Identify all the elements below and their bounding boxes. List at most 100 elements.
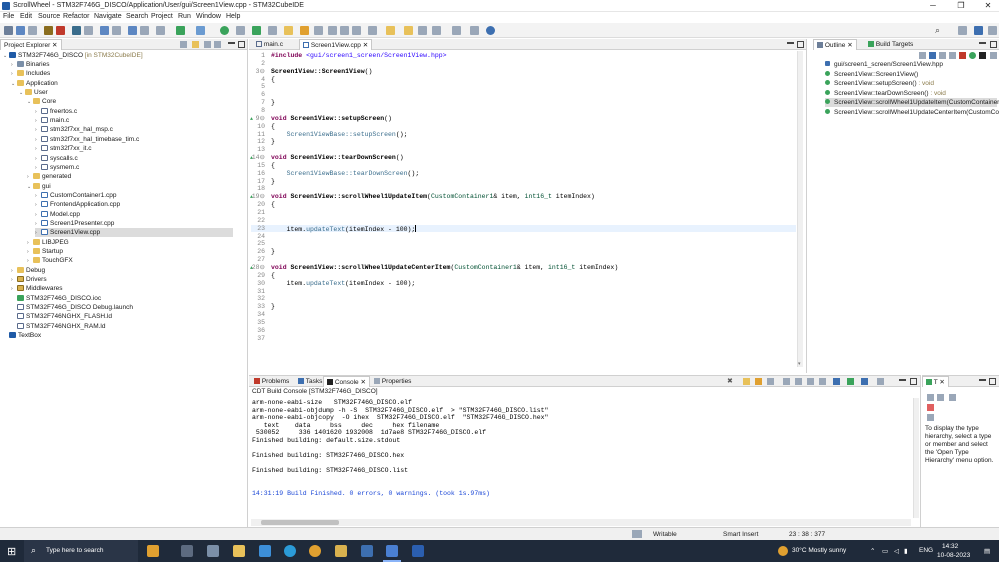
th-toolbar-icon-3[interactable] xyxy=(949,394,956,401)
code-line[interactable]: 13 xyxy=(251,146,796,154)
app-icon-1[interactable] xyxy=(335,545,347,557)
menu-navigate[interactable]: Navigate xyxy=(94,13,122,20)
prev-annotation-icon[interactable] xyxy=(386,26,395,35)
outline-maximize-icon[interactable] xyxy=(990,41,997,48)
external-tool-icon[interactable] xyxy=(176,26,185,35)
terminal-icon[interactable] xyxy=(268,26,277,35)
tree-item[interactable]: ⌄ Application xyxy=(11,79,58,88)
menu-edit[interactable]: Edit xyxy=(20,13,32,20)
volume-icon[interactable]: ◁ xyxy=(894,547,899,555)
show-on-output-icon[interactable] xyxy=(807,378,814,385)
menu-project[interactable]: Project xyxy=(151,13,173,20)
open-folder-icon[interactable] xyxy=(284,26,293,35)
pin-icon[interactable] xyxy=(300,26,309,35)
task-view-icon[interactable] xyxy=(181,545,193,557)
scroll-down-icon[interactable]: ▾ xyxy=(798,361,801,367)
open-perspective-icon[interactable] xyxy=(958,26,967,35)
next-annotation-icon[interactable] xyxy=(368,26,377,35)
tab-screen1view-cpp[interactable]: Screen1View.cpp ✕ xyxy=(299,39,373,50)
menu-help[interactable]: Help xyxy=(226,13,240,20)
tree-item[interactable]: › stm32f7xx_hal_timebase_tim.c xyxy=(35,135,139,144)
taskbar-search-box[interactable]: ⌕ Type here to search xyxy=(24,540,138,562)
maximize-view-icon[interactable] xyxy=(238,41,245,48)
minimize-button[interactable]: ─ xyxy=(922,0,944,12)
edge-icon[interactable] xyxy=(284,545,296,557)
console-maximize-icon[interactable] xyxy=(910,378,917,385)
open-console-icon[interactable] xyxy=(861,378,868,385)
outline-item[interactable]: Screen1View::Screen1View() xyxy=(825,70,918,79)
tree-item[interactable]: › Model.cpp xyxy=(35,210,80,219)
tree-item[interactable]: › syscalls.c xyxy=(35,154,78,163)
view-menu-icon[interactable] xyxy=(214,41,221,48)
tree-item[interactable]: › stm32f7xx_it.c xyxy=(35,144,92,153)
outline-minimize-icon[interactable] xyxy=(979,42,986,44)
code-line[interactable]: 4{ xyxy=(251,76,796,84)
cubeide-icon[interactable] xyxy=(386,545,398,557)
tree-item[interactable]: › sysmem.c xyxy=(35,163,79,172)
console-horizontal-scrollbar[interactable] xyxy=(251,519,911,526)
console-scroll-thumb[interactable] xyxy=(261,520,339,525)
tree-item[interactable]: › main.c xyxy=(35,116,69,125)
code-line[interactable]: ▲ 14⊖ void Screen1View::tearDownScreen() xyxy=(250,154,796,162)
forward-dropdown-icon[interactable] xyxy=(452,26,461,35)
console-output[interactable]: arm-none-eabi-size STM32F746G_DISCO.elf a… xyxy=(249,396,920,511)
back-icon[interactable] xyxy=(418,26,427,35)
widget-icon[interactable] xyxy=(147,545,159,557)
menu-window[interactable]: Window xyxy=(196,13,221,20)
hide-nonpublic-icon[interactable] xyxy=(959,52,966,59)
code-line[interactable]: 11 Screen1ViewBase::setupScreen(); xyxy=(251,131,796,139)
code-line[interactable]: 15 { xyxy=(251,162,796,170)
tab-console[interactable]: Console ✕ xyxy=(323,376,370,387)
clock-date[interactable]: 10-08-2023 xyxy=(937,552,970,559)
tree-item[interactable]: ⌄ Core xyxy=(27,97,56,106)
tree-item[interactable]: › generated xyxy=(27,172,71,181)
tray-chevron-icon[interactable]: ⌃ xyxy=(870,547,875,555)
clear-console-icon[interactable] xyxy=(767,378,774,385)
tab-project-explorer[interactable]: Project Explorer ✕ xyxy=(0,39,62,50)
word-wrap-icon[interactable] xyxy=(795,378,802,385)
tree-item[interactable]: › Binaries xyxy=(11,60,49,69)
tree-item[interactable]: STM32F746NGHX_FLASH.ld xyxy=(11,312,112,321)
code-line[interactable]: 26} xyxy=(251,248,796,256)
tree-item[interactable]: STM32F746NGHX_RAM.ld xyxy=(11,322,105,331)
code-line[interactable]: 17} xyxy=(251,178,796,186)
tab-problems[interactable]: Problems xyxy=(251,376,292,387)
th-toolbar-icon-1[interactable] xyxy=(927,394,934,401)
cubemx-icon[interactable] xyxy=(361,545,373,557)
display-console-icon[interactable] xyxy=(847,378,854,385)
code-line[interactable]: 34 xyxy=(251,311,796,319)
new-source-icon[interactable] xyxy=(140,26,149,35)
remove-all-icon[interactable] xyxy=(755,378,762,385)
network-icon[interactable]: ▭ xyxy=(882,547,888,555)
code-line[interactable]: 16 Screen1ViewBase::tearDownScreen(); xyxy=(251,170,796,178)
th-toolbar-icon-5[interactable] xyxy=(927,414,934,421)
file-explorer-icon[interactable] xyxy=(233,545,245,557)
code-line[interactable]: 5 xyxy=(251,83,796,91)
tree-item[interactable]: › freertos.c xyxy=(35,107,77,116)
code-line[interactable]: 36 xyxy=(251,327,796,335)
tool-icon[interactable] xyxy=(72,26,81,35)
perspective-icon[interactable] xyxy=(470,26,479,35)
debug-config-icon[interactable] xyxy=(56,26,65,35)
search-icon[interactable]: ⌕ xyxy=(935,26,944,35)
cpp-perspective-icon[interactable] xyxy=(974,26,983,35)
info-icon[interactable] xyxy=(486,26,495,35)
code-line[interactable]: 21 xyxy=(251,209,796,217)
settings-icon[interactable] xyxy=(84,26,93,35)
new-folder-icon[interactable] xyxy=(112,26,121,35)
scroll-lock-icon[interactable] xyxy=(783,378,790,385)
build-icon[interactable] xyxy=(44,26,53,35)
outline-item[interactable]: Screen1View::setupScreen() : void xyxy=(825,79,934,88)
tree-item[interactable]: › CustomContainer1.cpp xyxy=(35,191,116,200)
code-line[interactable]: 37 xyxy=(251,335,796,343)
console-vertical-scrollbar[interactable] xyxy=(913,398,919,518)
minimize-view-icon[interactable] xyxy=(228,42,235,44)
editor-maximize-icon[interactable] xyxy=(797,41,804,48)
tree-item[interactable]: › FrontendApplication.cpp xyxy=(35,200,120,209)
code-editor[interactable]: 1 #include <gui/screen1_screen/Screen1Vie… xyxy=(250,52,796,370)
collapse-all-icon[interactable] xyxy=(180,41,187,48)
code-line[interactable]: 24 xyxy=(251,233,796,241)
pilcrow-icon[interactable] xyxy=(352,26,361,35)
code-line[interactable]: ▲ 28⊖ void Screen1View::scrollWheel1Update… xyxy=(250,264,796,272)
mail-icon[interactable] xyxy=(259,545,271,557)
